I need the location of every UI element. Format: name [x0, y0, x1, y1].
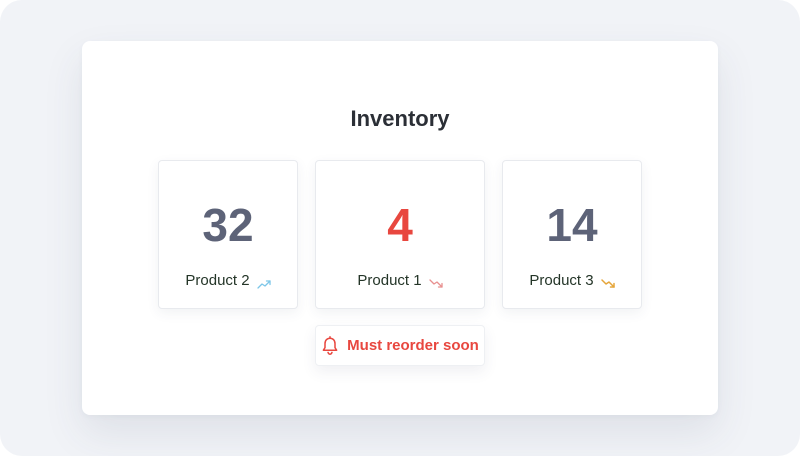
trending-down-icon [428, 276, 443, 288]
bell-icon [321, 335, 339, 356]
card-label-row: Product 1 [316, 271, 484, 291]
page-title: Inventory [350, 106, 450, 131]
reorder-alert[interactable]: Must reorder soon [315, 325, 485, 366]
trending-down-icon [600, 276, 615, 288]
inventory-card-product-1[interactable]: 4 Product 1 [315, 160, 485, 309]
stock-count: 14 [546, 199, 598, 251]
product-label: Product 1 [357, 272, 422, 289]
inventory-card-product-2[interactable]: 32 Product 2 [158, 160, 298, 309]
alert-text: Must reorder soon [347, 336, 479, 354]
product-label: Product 3 [529, 272, 594, 289]
product-label: Product 2 [185, 272, 250, 289]
card-label-row: Product 3 [503, 271, 641, 291]
stock-count: 4 [387, 199, 413, 251]
stock-count: 32 [202, 199, 254, 251]
card-label-row: Product 2 [159, 271, 297, 291]
inventory-card-product-3[interactable]: 14 Product 3 [502, 160, 642, 309]
app-background: Inventory 32 Product 2 4 Product 1 14 Pr… [0, 0, 800, 456]
trending-up-icon [256, 276, 271, 289]
